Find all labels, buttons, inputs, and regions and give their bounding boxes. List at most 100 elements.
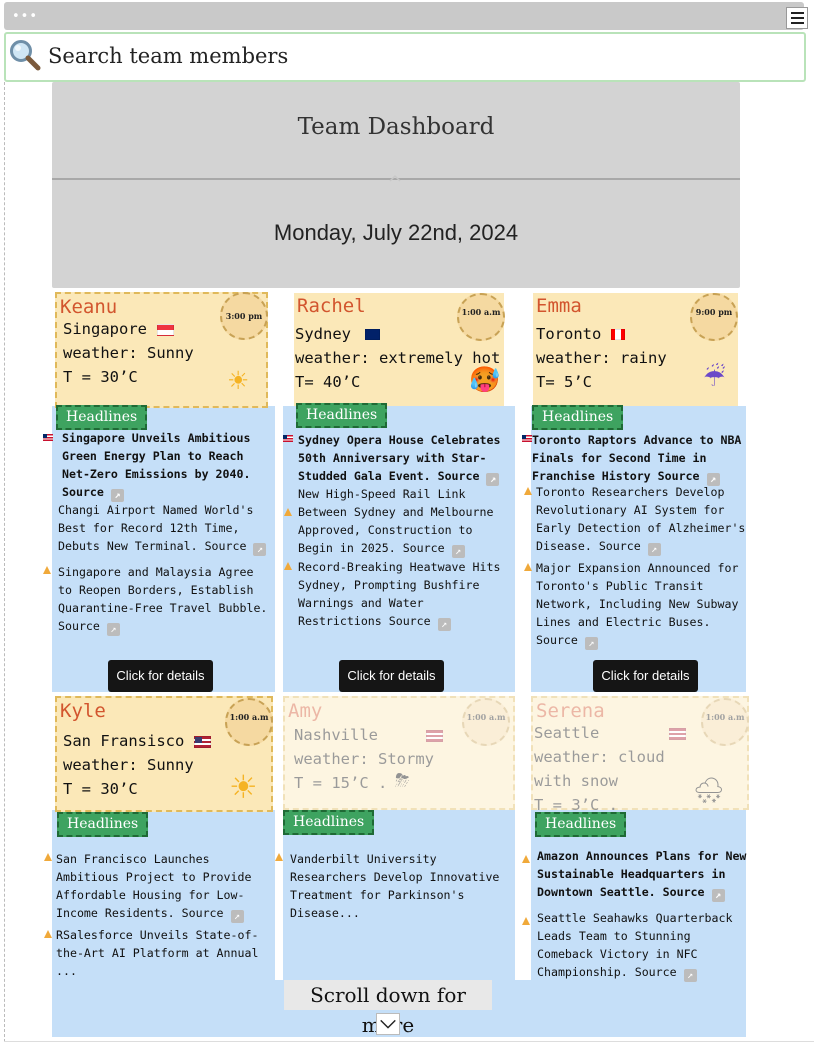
magnifier-icon xyxy=(10,40,41,71)
member-city: Toronto xyxy=(536,325,602,343)
member-city: Nashville xyxy=(294,726,378,744)
member-name: Kyle xyxy=(60,700,106,722)
bullet-icon xyxy=(44,930,52,938)
member-card[interactable]: Emma Toronto weather: rainy T= 5’C 9:00 … xyxy=(533,293,738,406)
chevron-up-icon[interactable] xyxy=(389,174,401,182)
hamburger-icon[interactable] xyxy=(786,7,808,29)
local-time-clock: 1:00 a.m xyxy=(462,698,510,746)
window-titlebar: ••• xyxy=(4,2,808,30)
member-city: Sydney xyxy=(295,325,351,343)
headline-item[interactable]: Toronto Raptors Advance to NBA Finals fo… xyxy=(532,431,747,486)
sun-icon: ☀ xyxy=(229,768,258,806)
external-link-icon[interactable]: ↗ xyxy=(584,637,598,650)
headline-item[interactable]: Sydney Opera House Celebrates 50th Anniv… xyxy=(298,431,513,486)
member-name: Amy xyxy=(288,700,323,722)
sun-icon: ☀ xyxy=(227,366,250,395)
current-date: Monday, July 22nd, 2024 xyxy=(273,220,519,245)
member-weather: weather: cloud xyxy=(534,748,665,766)
member-name: Keanu xyxy=(60,296,118,318)
dashboard-header: Team Dashboard Monday, July 22nd, 2024 xyxy=(52,82,740,288)
member-weather: weather: rainy xyxy=(536,349,667,367)
member-weather-detail: with snow xyxy=(534,772,618,790)
local-time-clock: 1:00 a.m xyxy=(457,293,505,341)
member-city: Seattle xyxy=(534,724,600,742)
headline-item[interactable]: San Francisco Launches Ambitious Project… xyxy=(56,850,271,923)
headline-item[interactable]: Singapore Unveils Ambitious Green Energy… xyxy=(62,429,272,502)
flag-bullet-icon xyxy=(283,435,293,442)
local-time-clock: 3:00 pm xyxy=(220,292,268,340)
headline-item[interactable]: Toronto Researchers Develop Revolutionar… xyxy=(536,483,751,556)
page-title: Team Dashboard xyxy=(297,114,495,140)
member-temperature: T = 30’C xyxy=(63,780,138,798)
australia-flag-icon xyxy=(365,329,380,340)
headline-item[interactable]: Record-Breaking Heatwave Hits Sydney, Pr… xyxy=(298,558,513,631)
member-weather: weather: Sunny xyxy=(63,344,194,362)
external-link-icon[interactable]: ↗ xyxy=(437,618,451,631)
external-link-icon[interactable]: ↗ xyxy=(711,889,725,902)
member-name: Serena xyxy=(536,700,605,722)
details-button[interactable]: Click for details xyxy=(108,660,213,692)
member-card[interactable]: Serena Seattle weather: cloud with snow … xyxy=(531,696,749,814)
headline-item[interactable]: Seattle Seahawks Quarterback Leads Team … xyxy=(537,909,749,982)
external-link-icon[interactable]: ↗ xyxy=(106,623,120,636)
page-border xyxy=(4,82,5,1042)
member-weather: weather: Stormy xyxy=(294,750,434,768)
external-link-icon[interactable]: ↗ xyxy=(451,545,465,558)
headlines-tag: Headlines xyxy=(56,405,148,430)
bullet-icon xyxy=(44,853,52,861)
member-temperature: T = 15’C . xyxy=(294,774,388,792)
details-button[interactable]: Click for details xyxy=(339,660,444,692)
external-link-icon[interactable]: ↗ xyxy=(253,543,267,556)
member-temperature: T= 40’C xyxy=(295,373,361,391)
singapore-flag-icon xyxy=(157,323,174,336)
external-link-icon[interactable]: ↗ xyxy=(230,910,244,923)
bullet-icon xyxy=(524,563,532,571)
external-link-icon[interactable]: ↗ xyxy=(683,969,697,982)
member-weather: weather: Sunny xyxy=(63,756,194,774)
flag-bullet-icon xyxy=(43,434,53,441)
headlines-tag: Headlines xyxy=(283,810,375,835)
headline-item[interactable]: Major Expansion Announced for Toronto's … xyxy=(536,559,746,650)
headline-item[interactable]: Changi Airport Named World's Best for Re… xyxy=(58,501,273,556)
search-input[interactable]: Search team members xyxy=(48,44,288,68)
headlines-tag: Headlines xyxy=(532,405,624,430)
headline-item[interactable]: Vanderbilt University Researchers Develo… xyxy=(290,850,512,922)
canada-flag-icon xyxy=(611,329,626,340)
usa-flag-icon xyxy=(669,727,687,740)
headlines-tag: Headlines xyxy=(535,812,627,837)
flag-bullet-icon xyxy=(522,435,532,442)
local-time-clock: 1:00 a.m xyxy=(225,698,273,746)
umbrella-rain-icon: ☔ xyxy=(703,363,726,392)
member-city: Singapore xyxy=(63,320,147,338)
scroll-hint[interactable]: Scroll down for more xyxy=(284,980,492,1037)
external-link-icon[interactable]: ↗ xyxy=(647,543,661,556)
member-temperature: T = 30’C xyxy=(63,368,138,386)
bullet-icon xyxy=(522,917,530,925)
bullet-icon xyxy=(522,855,530,863)
usa-flag-icon xyxy=(426,729,443,742)
headline-item[interactable]: Singapore and Malaysia Agree to Reopen B… xyxy=(58,563,273,636)
member-card[interactable]: Keanu Singapore weather: Sunny T = 30’C … xyxy=(55,292,268,408)
headlines-tag: Headlines xyxy=(57,812,149,837)
window-dots: ••• xyxy=(12,9,39,24)
member-name: Rachel xyxy=(297,295,366,317)
usa-flag-icon xyxy=(194,735,212,748)
details-button[interactable]: Click for details xyxy=(593,660,698,692)
local-time-clock: 1:00 a.m xyxy=(701,698,749,746)
page-border-bottom xyxy=(4,1041,814,1042)
storm-icon: ⛈ xyxy=(395,770,410,791)
chevron-down-icon[interactable] xyxy=(376,1013,400,1035)
search-bar[interactable]: Search team members xyxy=(4,32,806,82)
member-card[interactable]: Rachel Sydney weather: extremely hot T= … xyxy=(294,293,505,406)
bullet-icon xyxy=(43,566,51,574)
bullet-icon xyxy=(284,562,292,570)
member-card[interactable]: Kyle San Fransisco weather: Sunny T = 30… xyxy=(55,696,273,812)
headline-item[interactable]: Amazon Announces Plans for New Sustainab… xyxy=(537,847,749,902)
snow-cloud-icon: 🌨 xyxy=(693,776,725,805)
member-name: Emma xyxy=(536,295,582,317)
headline-item[interactable]: RSalesforce Unveils State-of-the-Art AI … xyxy=(56,926,271,980)
bullet-icon xyxy=(284,508,292,516)
headline-item[interactable]: New High-Speed Rail Link Between Sydney … xyxy=(298,485,513,558)
member-card[interactable]: Amy Nashville weather: Stormy T = 15’C .… xyxy=(283,696,515,810)
local-time-clock: 9:00 pm xyxy=(690,293,738,341)
